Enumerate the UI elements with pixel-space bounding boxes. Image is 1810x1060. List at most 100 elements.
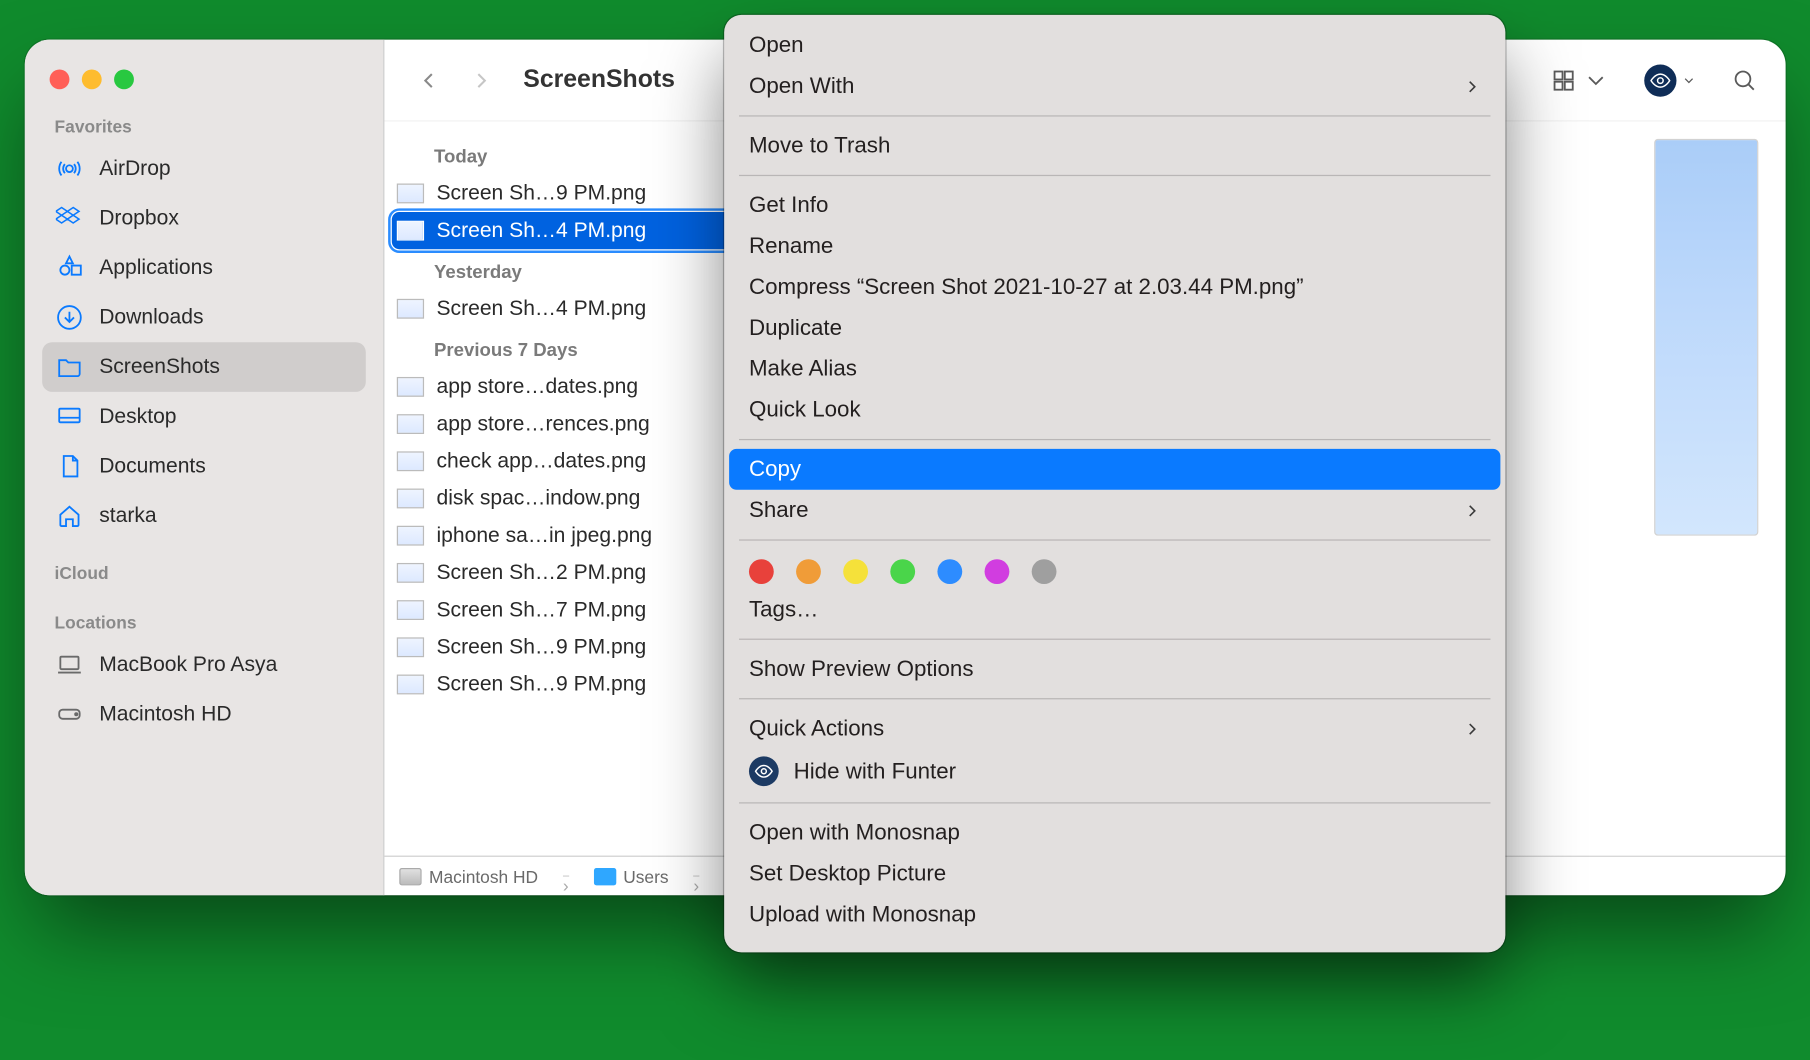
preview-thumbnail[interactable] (1654, 139, 1758, 536)
file-name: Screen Sh…4 PM.png (436, 218, 646, 243)
sidebar-item-home[interactable]: starka (42, 491, 366, 541)
minimize-window-button[interactable] (82, 69, 102, 89)
menu-set-desktop-picture[interactable]: Set Desktop Picture (724, 853, 1505, 894)
airdrop-icon (55, 154, 85, 184)
list-group-header: Yesterday (384, 249, 742, 290)
window-controls (50, 69, 366, 89)
tag-color[interactable] (937, 559, 962, 584)
file-row[interactable]: app store…rences.png (384, 405, 742, 442)
file-name: app store…rences.png (436, 412, 649, 437)
path-item-disk[interactable]: Macintosh HD (399, 866, 538, 886)
file-row[interactable]: iphone sa…in jpeg.png (384, 517, 742, 554)
sidebar-item-screenshots[interactable]: ScreenShots (42, 342, 366, 392)
file-list[interactable]: Today Screen Sh…9 PM.png Screen Sh…4 PM.pn… (384, 122, 744, 856)
menu-upload-with-monosnap[interactable]: Upload with Monosnap (724, 894, 1505, 935)
sidebar-item-documents[interactable]: Documents (42, 441, 366, 491)
toolbar-group-button[interactable] (1550, 66, 1610, 93)
file-name: Screen Sh…7 PM.png (436, 598, 646, 623)
file-row[interactable]: Screen Sh…4 PM.png (392, 212, 735, 249)
file-name: check app…dates.png (436, 449, 646, 474)
menu-get-info[interactable]: Get Info (724, 185, 1505, 226)
file-row[interactable]: check app…dates.png (384, 443, 742, 480)
file-name: Screen Sh…9 PM.png (436, 635, 646, 660)
dropbox-icon (55, 203, 85, 233)
file-row[interactable]: Screen Sh…9 PM.png (384, 629, 742, 666)
file-row[interactable]: Screen Sh…7 PM.png (384, 591, 742, 628)
list-group-header: Previous 7 Days (384, 327, 742, 368)
documents-icon (55, 451, 85, 481)
sidebar-item-desktop[interactable]: Desktop (42, 392, 366, 442)
file-row[interactable]: Screen Sh…4 PM.png (384, 290, 742, 327)
sidebar-item-label: ScreenShots (99, 355, 220, 380)
laptop-icon (55, 650, 85, 680)
file-row[interactable]: disk spac…indow.png (384, 480, 742, 517)
tag-color[interactable] (796, 559, 821, 584)
file-row[interactable]: app store…dates.png (384, 368, 742, 405)
menu-duplicate[interactable]: Duplicate (724, 308, 1505, 349)
file-row[interactable]: Screen Sh…9 PM.png (384, 666, 742, 703)
file-row[interactable]: Screen Sh…9 PM.png (384, 175, 742, 212)
home-icon (55, 501, 85, 531)
folder-icon (593, 867, 615, 884)
file-thumb-icon (397, 600, 424, 620)
file-name: iphone sa…in jpeg.png (436, 523, 652, 548)
disk-icon (399, 867, 421, 884)
menu-share[interactable]: Share (724, 490, 1505, 531)
toolbar-preview-button[interactable] (1644, 64, 1696, 96)
sidebar-item-airdrop[interactable]: AirDrop (42, 144, 366, 194)
tag-color[interactable] (843, 559, 868, 584)
menu-open-with-monosnap[interactable]: Open with Monosnap (724, 812, 1505, 853)
nav-back-button[interactable] (412, 63, 447, 98)
file-name: Screen Sh…9 PM.png (436, 672, 646, 697)
menu-copy[interactable]: Copy (729, 449, 1500, 490)
sidebar-item-downloads[interactable]: Downloads (42, 293, 366, 343)
menu-tags[interactable]: Tags… (724, 589, 1505, 630)
menu-move-to-trash[interactable]: Move to Trash (724, 125, 1505, 166)
folder-icon (55, 352, 85, 382)
file-thumb-icon (397, 563, 424, 583)
sidebar-item-dropbox[interactable]: Dropbox (42, 193, 366, 243)
funter-icon (749, 756, 779, 786)
path-item-users[interactable]: Users (593, 866, 668, 886)
file-row[interactable]: Screen Sh…2 PM.png (384, 554, 742, 591)
sidebar-item-label: starka (99, 503, 156, 528)
toolbar-search-button[interactable] (1731, 66, 1758, 93)
menu-tags-row (724, 549, 1505, 589)
file-name: Screen Sh…2 PM.png (436, 560, 646, 585)
sidebar-item-label: AirDrop (99, 156, 170, 181)
tag-color[interactable] (749, 559, 774, 584)
nav-forward-button[interactable] (464, 63, 499, 98)
chevron-right-icon (1463, 78, 1480, 95)
file-thumb-icon (397, 675, 424, 695)
tag-color[interactable] (1032, 559, 1057, 584)
file-thumb-icon (397, 414, 424, 434)
menu-quick-actions[interactable]: Quick Actions (724, 708, 1505, 749)
sidebar-item-macbook[interactable]: MacBook Pro Asya (42, 640, 366, 690)
sidebar-item-applications[interactable]: Applications (42, 243, 366, 293)
tag-color[interactable] (985, 559, 1010, 584)
menu-quick-look[interactable]: Quick Look (724, 389, 1505, 430)
window-title: ScreenShots (523, 66, 675, 95)
menu-open[interactable]: Open (724, 25, 1505, 66)
sidebar-item-macintosh-hd[interactable]: Macintosh HD (42, 689, 366, 739)
fullscreen-window-button[interactable] (114, 69, 134, 89)
sidebar-item-label: Documents (99, 454, 206, 479)
file-name: Screen Sh…9 PM.png (436, 181, 646, 206)
menu-make-alias[interactable]: Make Alias (724, 348, 1505, 389)
menu-open-with[interactable]: Open With (724, 66, 1505, 107)
list-group-header: Today (384, 134, 742, 175)
sidebar-section-locations: Locations (55, 613, 354, 633)
sidebar-item-label: Dropbox (99, 206, 179, 231)
menu-show-preview-options[interactable]: Show Preview Options (724, 649, 1505, 690)
menu-rename[interactable]: Rename (724, 226, 1505, 267)
tag-color[interactable] (890, 559, 915, 584)
file-thumb-icon (397, 221, 424, 241)
file-thumb-icon (397, 377, 424, 397)
menu-compress[interactable]: Compress “Screen Shot 2021-10-27 at 2.03… (724, 267, 1505, 308)
close-window-button[interactable] (50, 69, 70, 89)
downloads-icon (55, 303, 85, 333)
menu-hide-with-funter[interactable]: Hide with Funter (724, 749, 1505, 794)
sidebar-item-label: Applications (99, 255, 213, 280)
file-thumb-icon (397, 299, 424, 319)
applications-icon (55, 253, 85, 283)
